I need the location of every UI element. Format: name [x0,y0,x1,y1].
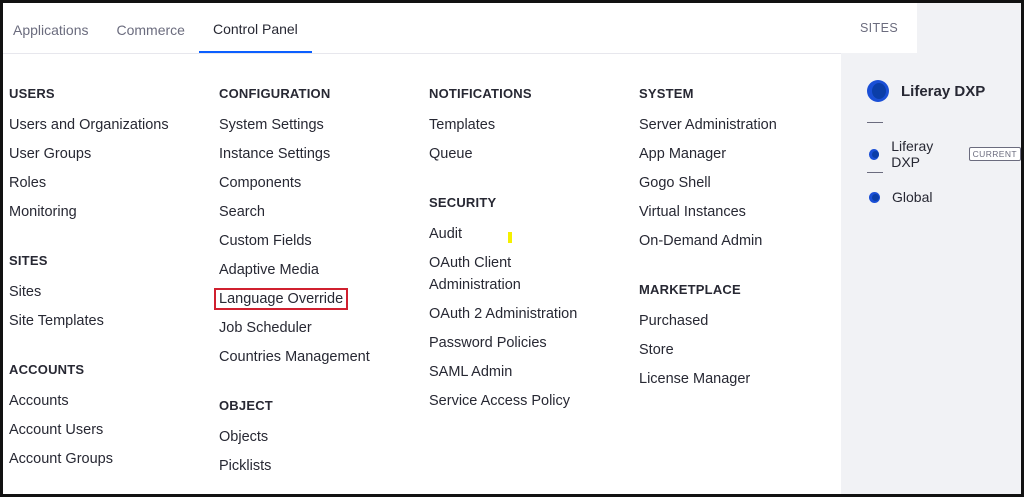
menu-item-audit[interactable]: Audit [429,223,599,245]
section-title-marketplace: MARKETPLACE [639,282,741,297]
divider [867,172,883,173]
control-panel-menu: Applications Commerce Control Panel USER… [0,0,1024,497]
menu-item-job-scheduler[interactable]: Job Scheduler [219,317,429,339]
tab-control-panel[interactable]: Control Panel [198,6,312,53]
menu-item-users-and-organizations[interactable]: Users and Organizations [9,114,169,136]
divider [867,122,883,123]
menu-item-objects[interactable]: Objects [219,426,273,448]
menu-item-roles[interactable]: Roles [9,172,169,194]
menu-item-user-groups[interactable]: User Groups [9,143,169,165]
menu-item-instance-settings[interactable]: Instance Settings [219,143,429,165]
sites-panel: SITES Liferay DXP Liferay DXP CURRENT Gl… [841,3,1021,494]
tab-sites[interactable]: SITES [841,3,917,53]
menu-item-oauth-2-administration[interactable]: OAuth 2 Administration [429,303,599,325]
menu-item-templates[interactable]: Templates [429,114,532,136]
applications-menu-main: Applications Commerce Control Panel USER… [3,3,841,494]
section-notifications: NOTIFICATIONS Templates Queue [429,84,532,172]
globe-site-icon [869,191,880,203]
section-title-sites: SITES [9,253,48,268]
menu-item-purchased[interactable]: Purchased [639,310,750,332]
site-item-label: Liferay DXP [891,138,934,170]
menu-tabs: Applications Commerce Control Panel [3,3,841,54]
menu-item-sites[interactable]: Sites [9,281,104,303]
site-item-label: Global [892,189,933,205]
section-title-notifications: NOTIFICATIONS [429,86,532,101]
section-security: SECURITY Audit OAuth Client Administrati… [429,193,599,419]
sites-header-row[interactable]: Liferay DXP [867,80,985,102]
section-sites: SITES Sites Site Templates [9,251,104,339]
menu-item-service-access-policy[interactable]: Service Access Policy [429,390,599,412]
liferay-logo-icon [869,148,880,160]
tab-commerce[interactable]: Commerce [103,6,199,53]
menu-item-language-override[interactable]: Language Override [214,288,349,310]
menu-item-virtual-instances[interactable]: Virtual Instances [639,201,777,223]
menu-item-accounts[interactable]: Accounts [9,390,113,412]
section-title-system: SYSTEM [639,86,694,101]
menu-item-system-settings[interactable]: System Settings [219,114,429,136]
menu-item-on-demand-admin[interactable]: On-Demand Admin [639,230,777,252]
section-system: SYSTEM Server Administration App Manager… [639,84,777,259]
section-title-users: USERS [9,86,55,101]
site-item-current[interactable]: Liferay DXP CURRENT [869,138,1021,170]
menu-item-store[interactable]: Store [639,339,750,361]
menu-item-password-policies[interactable]: Password Policies [429,332,599,354]
menu-item-gogo-shell[interactable]: Gogo Shell [639,172,777,194]
current-badge: CURRENT [968,147,1021,161]
menu-item-server-administration[interactable]: Server Administration [639,114,777,136]
menu-item-search[interactable]: Search [219,201,429,223]
menu-item-components[interactable]: Components [219,172,429,194]
menu-item-license-manager[interactable]: License Manager [639,368,750,390]
section-marketplace: MARKETPLACE Purchased Store License Mana… [639,280,750,397]
menu-item-account-users[interactable]: Account Users [9,419,113,441]
site-item-global[interactable]: Global [869,189,932,205]
section-configuration: CONFIGURATION System Settings Instance S… [214,84,429,375]
liferay-logo-icon [867,80,889,102]
menu-item-account-groups[interactable]: Account Groups [9,448,113,470]
menu-item-queue[interactable]: Queue [429,143,532,165]
sites-header-name: Liferay DXP [901,82,986,100]
menu-item-oauth-client-administration[interactable]: OAuth Client Administration [429,252,599,296]
section-title-accounts: ACCOUNTS [9,362,85,377]
yellow-cursor-mark [508,232,512,243]
menu-item-app-manager[interactable]: App Manager [639,143,777,165]
section-title-object: OBJECT [219,398,273,413]
menu-item-countries-management[interactable]: Countries Management [219,346,429,368]
menu-item-picklists[interactable]: Picklists [219,455,273,477]
menu-item-site-templates[interactable]: Site Templates [9,310,104,332]
menu-item-custom-fields[interactable]: Custom Fields [219,230,429,252]
section-title-security: SECURITY [429,195,497,210]
section-users: USERS Users and Organizations User Group… [9,84,169,230]
section-object: OBJECT Objects Picklists [219,396,273,484]
tab-applications[interactable]: Applications [3,6,103,53]
menu-item-monitoring[interactable]: Monitoring [9,201,169,223]
menu-item-saml-admin[interactable]: SAML Admin [429,361,599,383]
section-accounts: ACCOUNTS Accounts Account Users Account … [9,360,113,477]
menu-item-adaptive-media[interactable]: Adaptive Media [219,259,429,281]
section-title-configuration: CONFIGURATION [219,86,331,101]
